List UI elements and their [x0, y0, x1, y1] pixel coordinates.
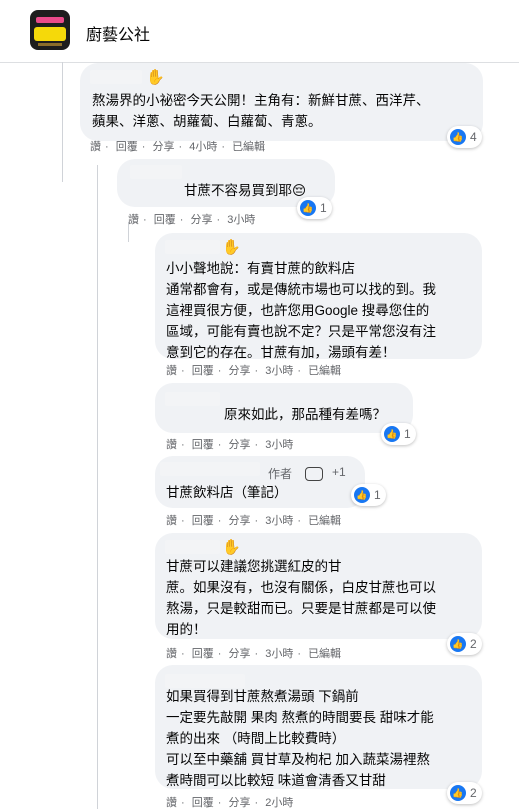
- timestamp[interactable]: 3小時: [227, 214, 255, 226]
- comment-text: 小小聲地說：有賣甘蔗的飲料店 通常都會有，或是傳統市場也可以找的到。我 這裡買很…: [166, 261, 436, 360]
- comment-actions: 讚 · 回覆 · 分享 · 2小時: [166, 797, 294, 809]
- reaction-count: 1: [320, 201, 327, 215]
- reply-button[interactable]: 回覆: [154, 214, 176, 226]
- edited-label: 已編輯: [308, 365, 342, 377]
- share-button[interactable]: 分享: [228, 797, 250, 809]
- group-avatar[interactable]: [30, 10, 70, 50]
- comment-text: 甘蔗可以建議您挑選紅皮的甘 蔗。如果沒有，也沒有關係，白皮甘蔗也可以 熬湯，只是…: [166, 559, 436, 637]
- commenter-name[interactable]: [165, 392, 220, 406]
- author-badge: 作者: [268, 467, 293, 481]
- like-button[interactable]: 讚: [128, 214, 139, 226]
- wave-hand-icon: ✋: [222, 539, 241, 556]
- like-icon: 👍: [450, 636, 466, 652]
- thread-line: [97, 165, 98, 809]
- comment-text: 原來如此，那品種有差嗎？: [224, 407, 386, 422]
- comment-text: 如果買得到甘蔗熬煮湯頭 下鍋前 一定要先敲開 果肉 熬煮的時間要長 甜味才能 煮…: [166, 689, 434, 788]
- timestamp[interactable]: 3小時: [265, 648, 293, 660]
- like-button[interactable]: 讚: [166, 365, 177, 377]
- comment-text: 甘蔗飲料店（筆記）: [166, 485, 288, 500]
- group-header: 廚藝公社: [0, 0, 519, 63]
- comment-actions: 讚 · 回覆 · 分享 · 4小時 · 已編輯: [90, 141, 266, 153]
- like-button[interactable]: 讚: [90, 141, 101, 153]
- comment-text: 熬湯界的小祕密今天公開！主角有：新鮮甘蔗、西洋芹、 蘋果、洋蔥、胡蘿蔔、白蘿蔔、…: [92, 93, 430, 129]
- like-icon: 👍: [354, 487, 370, 503]
- avatar-graphic: [38, 43, 62, 46]
- comment-actions: 讚 · 回覆 · 分享 · 3小時 · 已編輯: [166, 648, 342, 660]
- share-button[interactable]: 分享: [190, 214, 212, 226]
- like-button[interactable]: 讚: [166, 439, 177, 451]
- reply-button[interactable]: 回覆: [116, 141, 138, 153]
- like-icon: 👍: [384, 426, 400, 442]
- like-button[interactable]: 讚: [166, 515, 177, 527]
- like-button[interactable]: 讚: [166, 797, 177, 809]
- avatar-graphic: [34, 27, 66, 41]
- commenter-name[interactable]: [160, 462, 260, 476]
- reaction-count: 1: [404, 427, 411, 441]
- reply-button[interactable]: 回覆: [192, 648, 214, 660]
- comment-actions: 讚 · 回覆 · 分享 · 3小時 · 已編輯: [166, 515, 342, 527]
- reaction-count: 4: [470, 130, 477, 144]
- commenter-name[interactable]: [130, 165, 182, 179]
- edited-label: 已編輯: [308, 515, 342, 527]
- plus-count[interactable]: +1: [332, 465, 346, 479]
- like-icon: 👍: [450, 785, 466, 801]
- emoji-icon: [305, 467, 323, 481]
- reaction-summary[interactable]: 👍 2: [447, 782, 482, 804]
- reaction-summary[interactable]: 👍 1: [381, 423, 416, 445]
- reaction-summary[interactable]: 👍 4: [447, 126, 482, 148]
- commenter-name[interactable]: [90, 70, 142, 84]
- commenter-name[interactable]: [165, 540, 220, 554]
- like-button[interactable]: 讚: [166, 648, 177, 660]
- reaction-count: 1: [374, 488, 381, 502]
- comment-actions: 讚 · 回覆 · 分享 · 3小時: [128, 214, 256, 226]
- comment-actions: 讚 · 回覆 · 分享 · 3小時 · 已編輯: [166, 365, 342, 377]
- like-icon: 👍: [450, 129, 466, 145]
- reaction-count: 2: [470, 637, 477, 651]
- share-button[interactable]: 分享: [228, 648, 250, 660]
- commenter-name[interactable]: [165, 240, 220, 254]
- edited-label: 已編輯: [308, 648, 342, 660]
- reaction-summary[interactable]: 👍 1: [297, 197, 332, 219]
- share-button[interactable]: 分享: [228, 365, 250, 377]
- wave-hand-icon: ✋: [146, 69, 165, 86]
- share-button[interactable]: 分享: [152, 141, 174, 153]
- avatar-graphic: [36, 17, 64, 23]
- thread-line: [62, 62, 63, 182]
- reaction-count: 2: [470, 786, 477, 800]
- reply-button[interactable]: 回覆: [192, 365, 214, 377]
- timestamp[interactable]: 4小時: [189, 141, 217, 153]
- reply-button[interactable]: 回覆: [192, 439, 214, 451]
- timestamp[interactable]: 3小時: [265, 439, 293, 451]
- comment-actions: 讚 · 回覆 · 分享 · 3小時: [166, 439, 294, 451]
- timestamp[interactable]: 3小時: [265, 515, 293, 527]
- share-button[interactable]: 分享: [228, 439, 250, 451]
- group-name[interactable]: 廚藝公社: [86, 21, 150, 45]
- edited-label: 已編輯: [232, 141, 266, 153]
- timestamp[interactable]: 2小時: [265, 797, 293, 809]
- timestamp[interactable]: 3小時: [265, 365, 293, 377]
- reply-button[interactable]: 回覆: [192, 797, 214, 809]
- reaction-summary[interactable]: 👍 2: [447, 633, 482, 655]
- wave-hand-icon: ✋: [222, 239, 241, 256]
- reply-button[interactable]: 回覆: [192, 515, 214, 527]
- share-button[interactable]: 分享: [228, 515, 250, 527]
- reaction-summary[interactable]: 👍 1: [351, 484, 386, 506]
- like-icon: 👍: [300, 200, 316, 216]
